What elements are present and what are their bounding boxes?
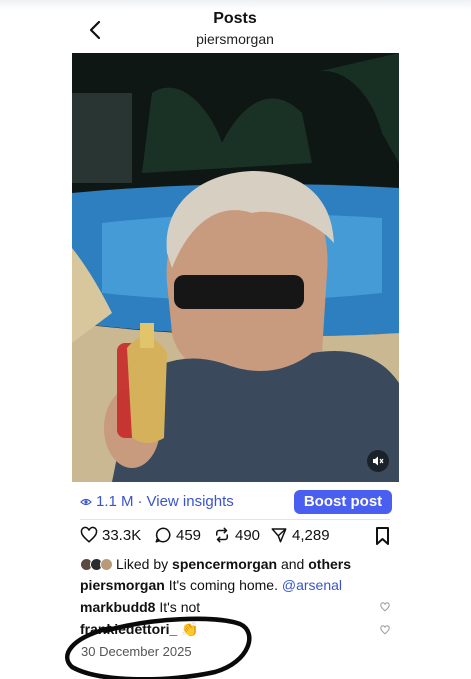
view-insights-link[interactable]: 1.1 M · View insights bbox=[80, 493, 234, 510]
liked-by-row[interactable]: Liked by spencermorgan and others bbox=[80, 556, 351, 572]
page-subtitle-username[interactable]: piersmorgan bbox=[70, 31, 400, 47]
bookmark-icon bbox=[376, 527, 389, 545]
selfie-with-trophy-image bbox=[72, 53, 399, 482]
speaker-muted-icon bbox=[373, 456, 384, 466]
caption-mention-link[interactable]: @arsenal bbox=[282, 577, 342, 593]
save-button[interactable] bbox=[375, 527, 390, 545]
boost-post-button[interactable]: Boost post bbox=[294, 490, 392, 514]
liker-avatars bbox=[80, 557, 113, 571]
repost-count: 490 bbox=[235, 526, 261, 544]
divider bbox=[80, 519, 390, 520]
caption-text: It's coming home. bbox=[168, 577, 278, 593]
repost-button[interactable]: 490 bbox=[213, 526, 260, 544]
liked-by-others[interactable]: others bbox=[308, 556, 351, 572]
comment-like-button[interactable] bbox=[380, 625, 390, 635]
comment-button[interactable]: 459 bbox=[154, 526, 201, 544]
comment-text: It's not bbox=[159, 599, 201, 615]
views-count: 1.1 M bbox=[96, 493, 134, 510]
liked-by-and: and bbox=[280, 556, 305, 572]
send-icon bbox=[271, 528, 287, 543]
comment-item: markbudd8 It's not bbox=[80, 599, 200, 615]
separator-dot: · bbox=[137, 493, 143, 510]
heart-icon bbox=[380, 625, 390, 635]
comment-text: 👏 bbox=[181, 621, 199, 637]
share-count: 4,289 bbox=[292, 526, 330, 544]
like-count: 33.3K bbox=[102, 526, 142, 544]
share-button[interactable]: 4,289 bbox=[270, 526, 330, 544]
insights-label: View insights bbox=[146, 493, 234, 510]
comment-username[interactable]: markbudd8 bbox=[80, 599, 155, 615]
mute-button[interactable] bbox=[367, 450, 389, 472]
heart-icon bbox=[380, 602, 390, 612]
repost-icon bbox=[216, 527, 228, 543]
comment-bubble-icon bbox=[155, 527, 171, 543]
post-date: 30 December 2025 bbox=[81, 644, 192, 659]
comment-username[interactable]: frankiedettori_ bbox=[80, 621, 177, 637]
like-button[interactable]: 33.3K bbox=[80, 526, 141, 544]
liked-by-user[interactable]: spencermorgan bbox=[172, 556, 277, 572]
comment-count: 459 bbox=[176, 526, 202, 544]
post-photo[interactable] bbox=[72, 53, 399, 482]
page-title: Posts bbox=[213, 10, 257, 27]
post-caption: piersmorgan It's coming home. @arsenal bbox=[80, 577, 342, 593]
avatar bbox=[100, 557, 113, 571]
liked-by-prefix: Liked by bbox=[116, 556, 169, 572]
header: Posts piersmorgan bbox=[70, 8, 400, 48]
action-bar: 33.3K 459 490 4,289 bbox=[80, 526, 392, 548]
insights-row: 1.1 M · View insights Boost post bbox=[80, 490, 392, 514]
eye-icon bbox=[80, 497, 92, 507]
comment-item: frankiedettori_ 👏 bbox=[80, 621, 199, 638]
heart-icon bbox=[80, 526, 98, 543]
caption-username[interactable]: piersmorgan bbox=[80, 577, 165, 593]
comment-like-button[interactable] bbox=[380, 602, 390, 612]
